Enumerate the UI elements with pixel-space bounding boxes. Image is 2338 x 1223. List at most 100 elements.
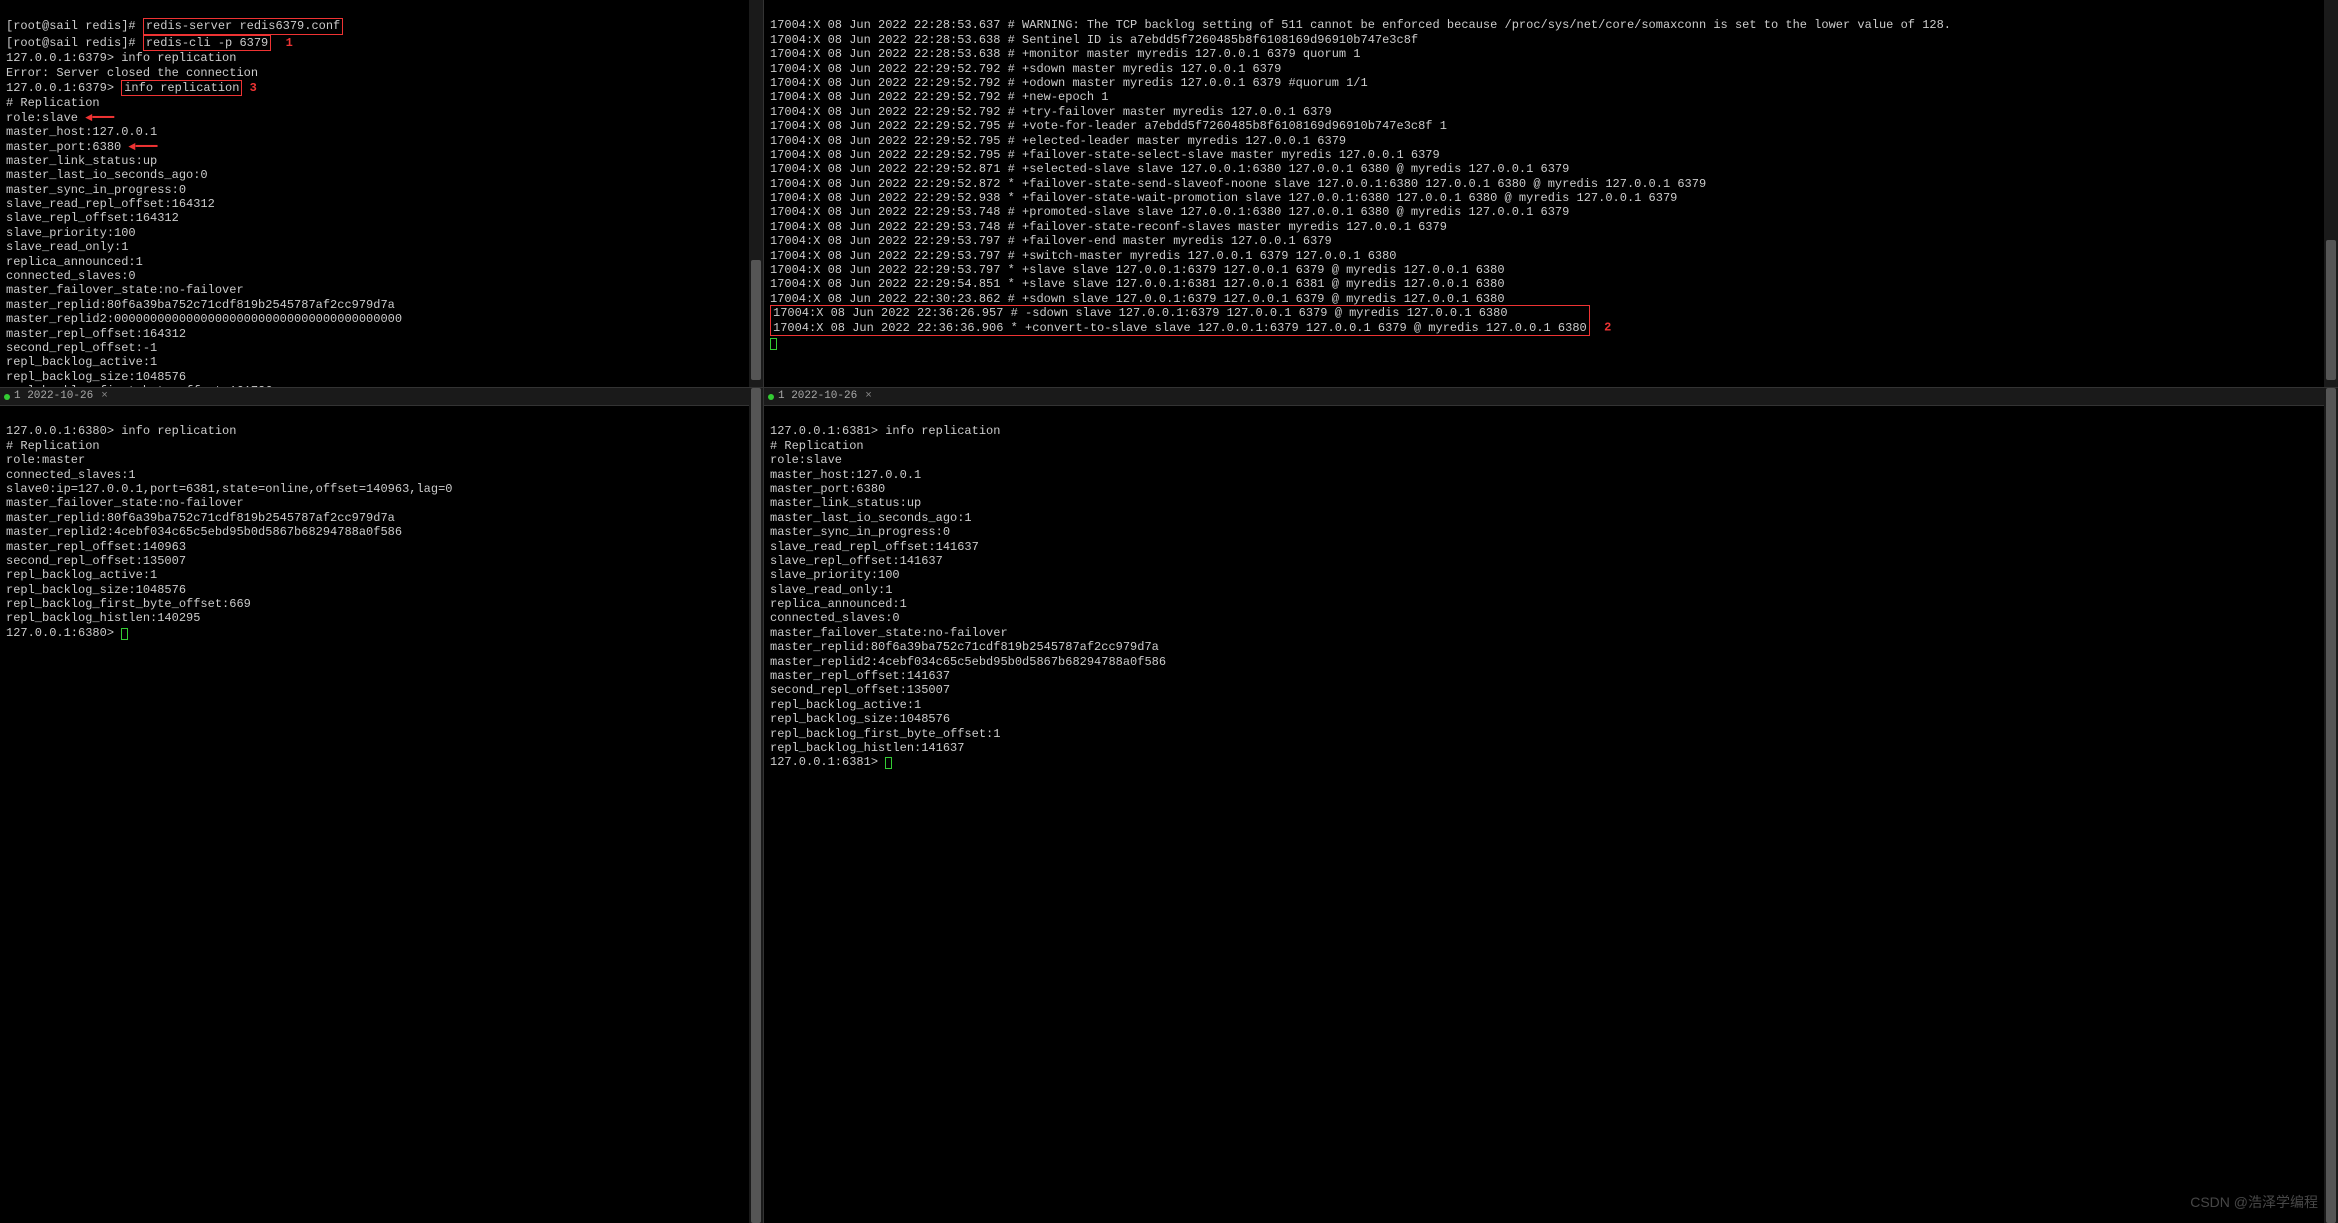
output-line: connected_slaves:0 bbox=[770, 611, 900, 625]
watermark: CSDN @浩泽学编程 bbox=[2190, 1194, 2318, 1211]
output-line: 17004:X 08 Jun 2022 22:29:53.797 * +slav… bbox=[770, 263, 1505, 277]
cursor bbox=[121, 628, 128, 640]
output-line: 17004:X 08 Jun 2022 22:29:53.797 # +swit… bbox=[770, 249, 1397, 263]
pane-bottom-right[interactable]: 1 2022-10-26 × 127.0.0.1:6381> info repl… bbox=[764, 388, 2338, 1223]
cmd-info-replication: info replication bbox=[121, 80, 242, 96]
scrollbar[interactable] bbox=[2324, 0, 2338, 387]
scrollbar[interactable] bbox=[2324, 388, 2338, 1223]
output-line: master_failover_state:no-failover bbox=[6, 283, 244, 297]
output-line: 17004:X 08 Jun 2022 22:29:52.871 # +sele… bbox=[770, 162, 1569, 176]
output-line: 17004:X 08 Jun 2022 22:29:52.795 # +elec… bbox=[770, 134, 1346, 148]
scrollbar[interactable] bbox=[749, 388, 763, 1223]
output-line: 17004:X 08 Jun 2022 22:29:53.797 # +fail… bbox=[770, 234, 1332, 248]
output-line: 127.0.0.1:6379> info replication bbox=[6, 51, 236, 65]
output-line: master_host:127.0.0.1 bbox=[770, 468, 921, 482]
output-line: 17004:X 08 Jun 2022 22:29:52.795 # +fail… bbox=[770, 148, 1440, 162]
output-line: master_sync_in_progress:0 bbox=[6, 183, 186, 197]
output-line: slave0:ip=127.0.0.1,port=6381,state=onli… bbox=[6, 482, 452, 496]
output-line: master_failover_state:no-failover bbox=[770, 626, 1008, 640]
output-line: master_repl_offset:141637 bbox=[770, 669, 950, 683]
terminal-output-bl[interactable]: 127.0.0.1:6380> info replication # Repli… bbox=[0, 406, 763, 644]
tab-bar[interactable]: 1 2022-10-26 × bbox=[764, 388, 2338, 406]
prompt: [root@sail redis]# bbox=[6, 19, 143, 33]
output-line: repl_backlog_histlen:140295 bbox=[6, 611, 200, 625]
scrollbar-thumb[interactable] bbox=[2326, 240, 2336, 380]
output-line: 17004:X 08 Jun 2022 22:29:52.792 # +new-… bbox=[770, 90, 1108, 104]
output-line: master_link_status:up bbox=[770, 496, 921, 510]
annotation-2: 2 bbox=[1604, 321, 1611, 335]
output-line: 17004:X 08 Jun 2022 22:28:53.637 # WARNI… bbox=[770, 18, 1951, 32]
output-line: repl_backlog_histlen:141637 bbox=[770, 741, 964, 755]
prompt: 127.0.0.1:6380> bbox=[6, 626, 121, 640]
output-line: master_repl_offset:140963 bbox=[6, 540, 186, 554]
prompt: [root@sail redis]# bbox=[6, 36, 143, 50]
terminal-grid: [root@sail redis]# redis-server redis637… bbox=[0, 0, 2338, 1223]
pane-top-right[interactable]: 17004:X 08 Jun 2022 22:28:53.637 # WARNI… bbox=[764, 0, 2338, 387]
cursor bbox=[770, 338, 777, 350]
pane-top-left[interactable]: [root@sail redis]# redis-server redis637… bbox=[0, 0, 763, 387]
status-dot-icon bbox=[4, 394, 10, 400]
output-line: master_host:127.0.0.1 bbox=[6, 125, 157, 139]
output-line: repl_backlog_first_byte_offset:1 bbox=[770, 727, 1000, 741]
output-line: replica_announced:1 bbox=[770, 597, 907, 611]
tab-label[interactable]: 1 2022-10-26 bbox=[778, 390, 857, 403]
output-line: 17004:X 08 Jun 2022 22:29:52.792 # +odow… bbox=[770, 76, 1368, 90]
cmd-redis-cli: redis-cli -p 6379 bbox=[143, 35, 271, 51]
terminal-output-tr[interactable]: 17004:X 08 Jun 2022 22:28:53.637 # WARNI… bbox=[764, 0, 2338, 354]
prompt: 127.0.0.1:6381> bbox=[770, 755, 885, 769]
output-line: master_failover_state:no-failover bbox=[6, 496, 244, 510]
annotation-3: 3 bbox=[250, 81, 257, 95]
output-line: # Replication bbox=[6, 439, 100, 453]
output-line: slave_read_repl_offset:164312 bbox=[6, 197, 215, 211]
output-line: role:master bbox=[6, 453, 85, 467]
output-line: 17004:X 08 Jun 2022 22:28:53.638 # +moni… bbox=[770, 47, 1361, 61]
output-line: 17004:X 08 Jun 2022 22:29:53.748 # +fail… bbox=[770, 220, 1447, 234]
arrow-icon: ◄━━━ bbox=[85, 111, 114, 125]
output-line: 17004:X 08 Jun 2022 22:36:26.957 # -sdow… bbox=[773, 306, 1508, 320]
close-icon[interactable]: × bbox=[101, 390, 108, 403]
output-line: master_replid2:0000000000000000000000000… bbox=[6, 312, 402, 326]
output-line: second_repl_offset:-1 bbox=[6, 341, 157, 355]
terminal-output-br[interactable]: 127.0.0.1:6381> info replication # Repli… bbox=[764, 406, 2338, 774]
scrollbar[interactable] bbox=[749, 0, 763, 387]
output-line: # Replication bbox=[6, 96, 100, 110]
output-line: slave_repl_offset:164312 bbox=[6, 211, 179, 225]
scrollbar-thumb[interactable] bbox=[751, 260, 761, 380]
output-line: 17004:X 08 Jun 2022 22:28:53.638 # Senti… bbox=[770, 33, 1418, 47]
output-line: 17004:X 08 Jun 2022 22:29:52.938 * +fail… bbox=[770, 191, 1677, 205]
output-line: slave_read_only:1 bbox=[6, 240, 128, 254]
annotation-1: 1 bbox=[286, 36, 293, 50]
output-line: master_sync_in_progress:0 bbox=[770, 525, 950, 539]
output-line: repl_backlog_active:1 bbox=[770, 698, 921, 712]
output-line: 17004:X 08 Jun 2022 22:29:52.872 * +fail… bbox=[770, 177, 1706, 191]
output-line: repl_backlog_active:1 bbox=[6, 355, 157, 369]
output-line: slave_read_only:1 bbox=[770, 583, 892, 597]
output-line: master_last_io_seconds_ago:0 bbox=[6, 168, 208, 182]
output-line: replica_announced:1 bbox=[6, 255, 143, 269]
output-line: repl_backlog_active:1 bbox=[6, 568, 157, 582]
output-line: Error: Server closed the connection bbox=[6, 66, 258, 80]
scrollbar-thumb[interactable] bbox=[751, 388, 761, 1223]
output-line: master_repl_offset:164312 bbox=[6, 327, 186, 341]
tab-label[interactable]: 1 2022-10-26 bbox=[14, 390, 93, 403]
output-line: connected_slaves:0 bbox=[6, 269, 136, 283]
output-line: repl_backlog_size:1048576 bbox=[6, 583, 186, 597]
status-dot-icon bbox=[768, 394, 774, 400]
close-icon[interactable]: × bbox=[865, 390, 872, 403]
output-line: slave_repl_offset:141637 bbox=[770, 554, 943, 568]
output-line: 17004:X 08 Jun 2022 22:36:36.906 * +conv… bbox=[773, 321, 1587, 335]
scrollbar-thumb[interactable] bbox=[2326, 388, 2336, 1223]
pane-bottom-left[interactable]: 1 2022-10-26 × 127.0.0.1:6380> info repl… bbox=[0, 388, 763, 1223]
output-line: repl_backlog_first_byte_offset:161726 bbox=[6, 384, 272, 387]
output-line: repl_backlog_size:1048576 bbox=[770, 712, 950, 726]
terminal-output-tl[interactable]: [root@sail redis]# redis-server redis637… bbox=[0, 0, 763, 387]
output-line: second_repl_offset:135007 bbox=[770, 683, 950, 697]
output-line: second_repl_offset:135007 bbox=[6, 554, 186, 568]
output-line: master_replid:80f6a39ba752c71cdf819b2545… bbox=[770, 640, 1159, 654]
output-line: 17004:X 08 Jun 2022 22:29:54.851 * +slav… bbox=[770, 277, 1505, 291]
output-line: master_replid:80f6a39ba752c71cdf819b2545… bbox=[6, 511, 395, 525]
output-line: master_port:6380 bbox=[6, 140, 121, 154]
output-line: master_port:6380 bbox=[770, 482, 885, 496]
output-line: master_replid:80f6a39ba752c71cdf819b2545… bbox=[6, 298, 395, 312]
tab-bar[interactable]: 1 2022-10-26 × bbox=[0, 388, 763, 406]
